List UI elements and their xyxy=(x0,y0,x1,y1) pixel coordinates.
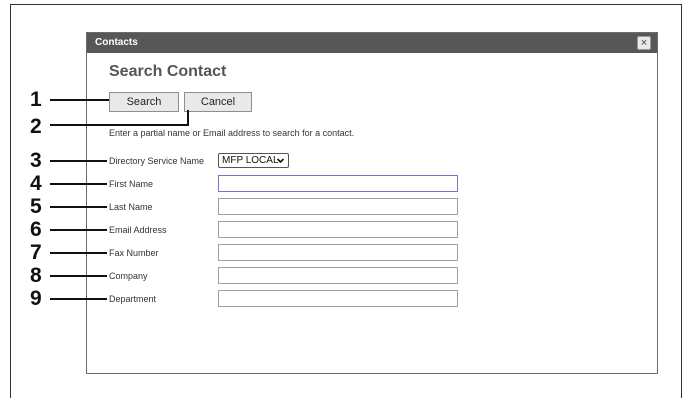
directory-service-value: MFP LOCAL xyxy=(222,155,279,166)
directory-service-label: Directory Service Name xyxy=(109,156,205,166)
dialog-titlebar: Contacts × xyxy=(87,33,657,53)
callout-5: 5 xyxy=(30,195,42,218)
callout-4-leader xyxy=(50,183,107,185)
callout-6-leader xyxy=(50,229,107,231)
directory-service-select[interactable]: MFP LOCAL xyxy=(218,153,289,168)
callout-1-leader xyxy=(50,99,109,101)
first-name-label: First Name xyxy=(109,179,154,189)
callout-9-leader xyxy=(50,298,107,300)
chevron-down-icon xyxy=(276,158,285,164)
dialog-title: Contacts xyxy=(95,37,138,48)
callout-3-leader xyxy=(50,160,107,162)
callout-8-leader xyxy=(50,275,107,277)
callout-2-leader xyxy=(50,124,188,126)
cancel-button[interactable]: Cancel xyxy=(184,92,252,112)
callout-3: 3 xyxy=(30,149,42,172)
callout-7-leader xyxy=(50,252,107,254)
company-field[interactable] xyxy=(218,267,458,284)
last-name-label: Last Name xyxy=(109,202,153,212)
email-address-field[interactable] xyxy=(218,221,458,238)
email-address-label: Email Address xyxy=(109,225,167,235)
callout-2: 2 xyxy=(30,115,42,138)
search-hint: Enter a partial name or Email address to… xyxy=(109,128,355,138)
search-button[interactable]: Search xyxy=(109,92,179,112)
callout-4: 4 xyxy=(30,172,42,195)
fax-number-field[interactable] xyxy=(218,244,458,261)
last-name-field[interactable] xyxy=(218,198,458,215)
fax-number-label: Fax Number xyxy=(109,248,159,258)
callout-6: 6 xyxy=(30,218,42,241)
department-label: Department xyxy=(109,294,157,304)
callout-1: 1 xyxy=(30,88,42,111)
callout-9: 9 xyxy=(30,287,42,310)
outer-frame-left xyxy=(10,4,11,398)
outer-frame-right xyxy=(681,4,682,398)
callout-2-leader-riser xyxy=(187,110,189,126)
outer-frame-top xyxy=(10,4,682,5)
callout-7: 7 xyxy=(30,241,42,264)
close-icon[interactable]: × xyxy=(637,36,651,50)
first-name-field[interactable] xyxy=(218,175,458,192)
callout-5-leader xyxy=(50,206,107,208)
company-label: Company xyxy=(109,271,148,281)
page-title: Search Contact xyxy=(109,63,227,80)
contacts-dialog: Contacts × Search Contact Search Cancel … xyxy=(86,32,658,374)
callout-8: 8 xyxy=(30,264,42,287)
department-field[interactable] xyxy=(218,290,458,307)
